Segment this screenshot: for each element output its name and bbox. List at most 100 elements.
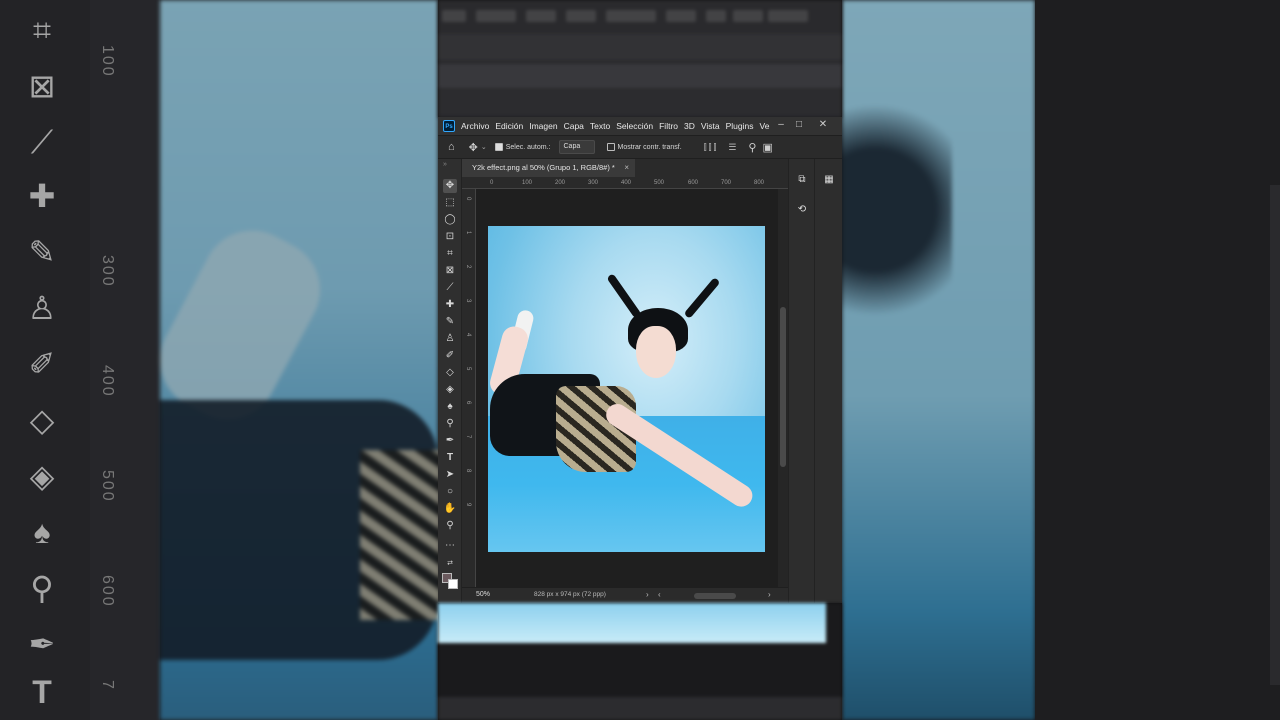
- ruler-tick: 4: [465, 333, 471, 337]
- bucket-tool-icon[interactable]: ◈: [443, 383, 457, 397]
- menu-archivo[interactable]: Archivo: [461, 121, 489, 131]
- move-tool-icon[interactable]: ✥: [469, 141, 478, 154]
- tools-panel: » ✥ ⬚ ◯ ⊡ ⌗ ⊠ ⟋ ✚ ✎ ♙ ✐ ◇ ◈ ♠ ⚲ ✒ T ➤ ○ …: [438, 159, 462, 603]
- more-tools-icon[interactable]: ⋯: [443, 539, 457, 553]
- blurred-menu: [476, 10, 516, 22]
- healing-tool-icon[interactable]: ✚: [443, 298, 457, 312]
- marquee-tool-icon[interactable]: ⬚: [443, 196, 457, 210]
- collapse-icon[interactable]: »: [443, 161, 447, 168]
- menu-vista[interactable]: Vista: [701, 121, 720, 131]
- align-icons[interactable]: ⫿⫿⫿: [704, 142, 719, 153]
- ruler-tick: 8: [465, 469, 471, 473]
- layers-grid-icon[interactable]: ▦: [822, 173, 836, 187]
- ruler-tick: 5: [465, 367, 471, 371]
- options-bar: ⌂ ✥ ⌄ Selec. autom.: Capa Mostrar contr.…: [438, 135, 842, 159]
- auto-select-target-dropdown[interactable]: Capa: [558, 140, 595, 154]
- frame-tool-icon[interactable]: ⊠: [443, 264, 457, 278]
- search-icon[interactable]: ⚲: [748, 141, 756, 154]
- move-tool-icon[interactable]: ✥: [443, 179, 457, 193]
- ruler-label: 600: [99, 575, 116, 608]
- menu-plugins[interactable]: Plugins: [726, 121, 754, 131]
- blurred-menu: [566, 10, 596, 22]
- path-select-icon[interactable]: ➤: [443, 468, 457, 482]
- ruler-tick: 0: [490, 180, 494, 186]
- home-icon[interactable]: ⌂: [448, 141, 455, 153]
- ruler-tick: 6: [465, 401, 471, 405]
- blurred-menu: [526, 10, 556, 22]
- eraser-tool-icon[interactable]: ◇: [443, 366, 457, 380]
- crop-tool-icon[interactable]: ⌗: [443, 247, 457, 261]
- close-window-button[interactable]: ✕: [816, 119, 830, 133]
- ruler-tick: 200: [555, 180, 566, 186]
- blurred-panel: [1035, 0, 1280, 720]
- close-tab-icon[interactable]: ×: [624, 159, 629, 177]
- blurred-photo-left: [142, 0, 438, 720]
- hand-tool-icon[interactable]: ✋: [443, 502, 457, 516]
- blur-tool-icon[interactable]: ♠: [443, 400, 457, 414]
- ruler-tick: 1: [465, 231, 471, 235]
- document-image[interactable]: [488, 226, 765, 552]
- lasso-tool-icon[interactable]: ◯: [443, 213, 457, 227]
- ruler-tick: 400: [621, 180, 632, 186]
- auto-select-label: Selec. autom.:: [505, 143, 551, 151]
- ruler-tick: 100: [522, 180, 533, 186]
- video-frame: ⌗ ⊠ ⟋ ✚ ✎ ♙ ✐ ◇ ◈ ♠ ⚲ ✒ T 100 300 400 50…: [0, 0, 1280, 720]
- status-bar: 50% 828 px x 974 px (72 ppp) › ‹ ›: [462, 587, 788, 603]
- minimize-button[interactable]: –: [774, 119, 788, 133]
- distribute-icon[interactable]: ☰: [728, 142, 738, 153]
- background-color-swatch[interactable]: [448, 579, 458, 589]
- properties-icon[interactable]: ⧉: [795, 173, 809, 187]
- zoom-tool-icon[interactable]: ⚲: [443, 519, 457, 533]
- swap-colors-icon[interactable]: ⇄: [443, 557, 457, 571]
- menu-texto[interactable]: Texto: [590, 121, 610, 131]
- stamp-tool-icon[interactable]: ♙: [443, 332, 457, 346]
- brush-tool-icon[interactable]: ✎: [443, 315, 457, 329]
- menu-3d[interactable]: 3D: [684, 121, 695, 131]
- blurred-background-left: ⌗ ⊠ ⟋ ✚ ✎ ♙ ✐ ◇ ◈ ♠ ⚲ ✒ T 100 300 400 50…: [0, 0, 438, 720]
- document-tab[interactable]: Y2k effect.png al 50% (Grupo 1, RGB/8#) …: [462, 159, 635, 177]
- eyedropper-icon: ⟋: [30, 124, 54, 160]
- blurred-menu: [768, 10, 808, 22]
- blurred-menu: [706, 10, 726, 22]
- crop-icon: ⌗: [32, 12, 52, 48]
- ruler-tick: 7: [465, 435, 471, 439]
- scrollbar-thumb[interactable]: [780, 307, 786, 467]
- menu-imagen[interactable]: Imagen: [529, 121, 557, 131]
- scroll-left-icon[interactable]: ‹: [658, 590, 661, 599]
- history-icon[interactable]: ⟲: [795, 203, 809, 217]
- menu-filtro[interactable]: Filtro: [659, 121, 678, 131]
- shape-tool-icon[interactable]: ○: [443, 485, 457, 499]
- document-info[interactable]: 828 px x 974 px (72 ppp): [534, 591, 606, 598]
- history-brush-tool-icon[interactable]: ✐: [443, 349, 457, 363]
- chevron-down-icon[interactable]: ⌄: [481, 143, 487, 151]
- scroll-right-icon[interactable]: ›: [768, 590, 771, 599]
- menu-capa[interactable]: Capa: [564, 121, 584, 131]
- maximize-button[interactable]: □: [792, 119, 806, 133]
- dodge-tool-icon[interactable]: ⚲: [443, 417, 457, 431]
- horizontal-ruler: 0 100 200 300 400 500 600 700 800: [462, 177, 788, 189]
- canvas-workspace[interactable]: [476, 189, 778, 587]
- ruler-label: 500: [99, 470, 116, 503]
- object-select-icon[interactable]: ⊡: [443, 230, 457, 244]
- zoom-level[interactable]: 50%: [476, 591, 490, 598]
- blurred-menu: [442, 10, 466, 22]
- type-tool-icon[interactable]: T: [443, 451, 457, 465]
- eyedropper-tool-icon[interactable]: ⟋: [443, 281, 457, 295]
- ruler-tick: 3: [465, 299, 471, 303]
- menu-edicion[interactable]: Edición: [495, 121, 523, 131]
- workspace-icon[interactable]: ▣: [762, 141, 772, 154]
- show-transform-checkbox[interactable]: [606, 143, 615, 151]
- chevron-right-icon[interactable]: ›: [646, 590, 649, 599]
- vertical-scrollbar[interactable]: [778, 189, 788, 587]
- auto-select-checkbox[interactable]: [494, 143, 503, 151]
- ruler-tick: 0: [465, 197, 471, 201]
- photo-face: [636, 326, 676, 378]
- menu-seleccion[interactable]: Selección: [616, 121, 653, 131]
- horizontal-scrollbar-thumb[interactable]: [694, 593, 736, 599]
- blurred-background-right: [842, 0, 1280, 720]
- photo-print: [360, 450, 438, 620]
- pen-tool-icon[interactable]: ✒: [443, 434, 457, 448]
- paint-bucket-icon: ◈: [29, 458, 55, 494]
- photoshop-logo-icon[interactable]: Ps: [443, 120, 455, 132]
- menu-ventana[interactable]: Ve: [760, 121, 770, 131]
